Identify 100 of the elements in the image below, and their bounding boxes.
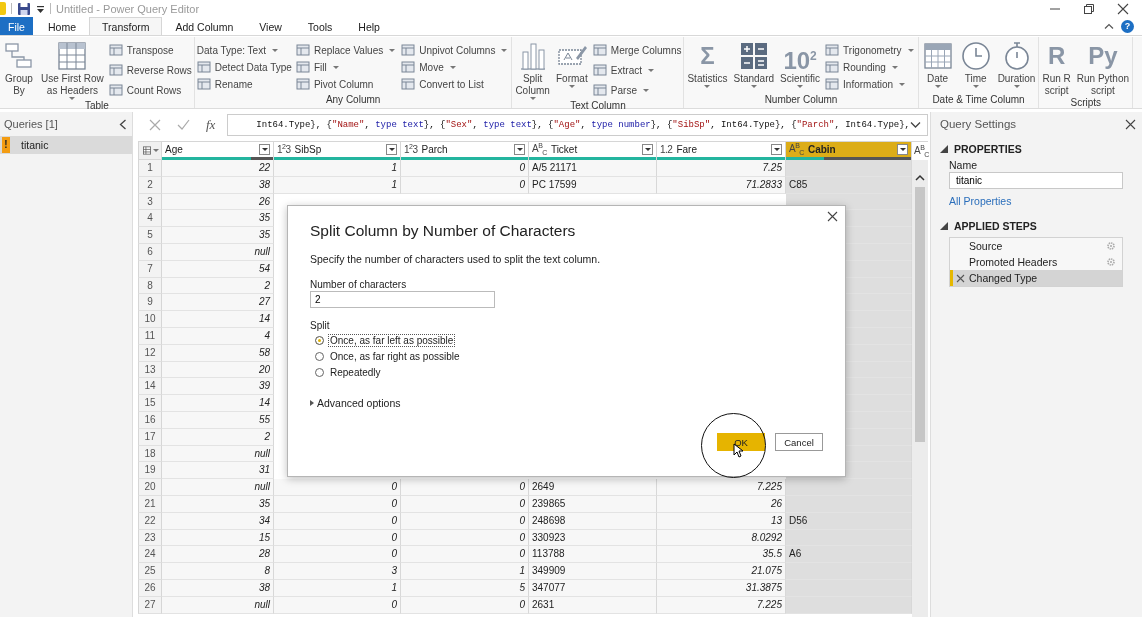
- ribbon-button[interactable]: Replace Values: [295, 42, 398, 58]
- name-field[interactable]: titanic: [949, 172, 1123, 189]
- close-icon: [1125, 118, 1136, 130]
- function-button[interactable]: fx: [205, 117, 216, 133]
- help-button[interactable]: ?: [1121, 19, 1134, 33]
- restore-icon: [1083, 2, 1095, 15]
- option-label[interactable]: Once, as far left as possible: [328, 333, 456, 347]
- filter-button[interactable]: [386, 144, 397, 155]
- row-number: 19: [138, 462, 162, 480]
- column-header[interactable]: 1.2 Fare: [657, 141, 786, 160]
- ribbon-button[interactable]: Count Rows: [108, 82, 192, 98]
- ribbon-group-label: Table: [83, 100, 110, 112]
- applied-step[interactable]: Changed Type: [950, 270, 1122, 286]
- advanced-options-toggle[interactable]: Advanced options: [317, 397, 401, 409]
- option-label[interactable]: Once, as far right as possible: [328, 349, 462, 363]
- formula-text: Int64.Type}, {"Name", type text}, {"Sex", type text}, {"Age", type number}, {"SibSp", Int64.Type}, {"Parch", Int64.Type},: [256, 120, 910, 130]
- ribbon-button[interactable]: Time: [958, 39, 993, 94]
- ribbon-button[interactable]: Move: [401, 59, 510, 75]
- filter-button[interactable]: [771, 144, 782, 155]
- ribbon-button[interactable]: Rounding: [825, 59, 916, 75]
- ribbon-button[interactable]: Extract: [592, 62, 682, 78]
- option-label[interactable]: Repeatedly: [328, 365, 383, 379]
- table-cell: A/5 21171: [529, 160, 657, 177]
- ribbon-button[interactable]: Unpivot Columns: [401, 42, 510, 58]
- characters-field[interactable]: 2: [310, 291, 495, 308]
- filter-button[interactable]: [897, 144, 908, 155]
- ribbon-button[interactable]: Trigonometry: [825, 42, 916, 58]
- table-cell: 7.225: [657, 479, 786, 496]
- expand-triangle-icon[interactable]: [940, 222, 948, 230]
- cancel-button[interactable]: Cancel: [775, 433, 823, 451]
- expand-triangle-icon[interactable]: [940, 145, 948, 153]
- type-icon: 1.2: [660, 144, 673, 155]
- applied-step[interactable]: Promoted Headers: [950, 254, 1122, 270]
- radio-button[interactable]: [315, 351, 324, 361]
- ribbon-button[interactable]: Parse: [592, 82, 682, 98]
- ribbon-button[interactable]: Detect Data Type: [196, 59, 292, 75]
- ok-button[interactable]: OK: [717, 433, 765, 451]
- column-header[interactable]: A$^{B}$$_{C}$ Cabin: [786, 141, 912, 160]
- radio-button[interactable]: [315, 335, 324, 345]
- table-cell: 35: [162, 210, 274, 228]
- ribbon-tab[interactable]: Transform: [89, 17, 163, 35]
- ribbon-button[interactable]: Convert to List: [401, 76, 510, 92]
- table-cell: 0: [274, 479, 401, 496]
- ribbon-button[interactable]: Merge Columns: [592, 42, 682, 58]
- field-label: Name: [949, 159, 978, 171]
- all-properties-link[interactable]: All Properties: [949, 195, 1123, 207]
- ribbon-group-label: Scripts: [1069, 97, 1103, 109]
- row-number: 25: [138, 563, 162, 580]
- ribbon-button[interactable]: Use First Row as Headers: [40, 39, 105, 100]
- formula-field[interactable]: Int64.Type}, {"Name", type text}, {"Sex", type text}, {"Age", type number}, {"SibSp", Int64.Type}, {"Parch", Int64.Type},: [227, 114, 928, 136]
- caret-icon: [644, 148, 651, 151]
- delete-icon: [956, 273, 965, 283]
- table-cell: 21.075: [657, 563, 786, 580]
- table-cell: 35.5: [657, 546, 786, 564]
- table-cell: 28: [162, 546, 274, 564]
- radio-button[interactable]: [315, 367, 324, 377]
- ribbon-button[interactable]: Format: [554, 39, 589, 100]
- ribbon-tab[interactable]: File: [0, 17, 33, 35]
- applied-step[interactable]: Source: [950, 238, 1122, 254]
- ribbon-group-label: Date & Time Column: [931, 94, 1026, 107]
- filter-button[interactable]: [642, 144, 653, 155]
- ribbon-tab[interactable]: Home: [35, 17, 89, 35]
- column-header[interactable]: 1$^{2}$3 SibSp: [274, 141, 401, 160]
- table-cell: 27: [162, 294, 274, 312]
- column-header[interactable]: A$^{B}$$_{C}$ Ticket: [529, 141, 657, 160]
- ribbon-tab[interactable]: View: [246, 17, 295, 35]
- ribbon-button[interactable]: Fill: [295, 59, 398, 75]
- table-cell: 0: [274, 546, 401, 564]
- scroll-thumb[interactable]: [915, 187, 925, 442]
- table-icon: [56, 40, 89, 72]
- row-number: 1: [138, 160, 162, 177]
- query-item[interactable]: ! titanic: [0, 136, 132, 154]
- column-header[interactable]: 1$^{2}$3 Parch: [401, 141, 529, 160]
- filter-button[interactable]: [514, 144, 525, 155]
- ribbon-button[interactable]: Σ Statistics: [686, 39, 729, 94]
- ribbon-button[interactable]: Data Type: Text: [196, 42, 292, 58]
- ribbon-tab[interactable]: Tools: [294, 17, 346, 35]
- expand-triangle-icon[interactable]: [310, 400, 314, 406]
- ribbon-button[interactable]: Transpose: [108, 42, 192, 58]
- filter-button[interactable]: [259, 144, 270, 155]
- ribbon-button[interactable]: Py Run Python script: [1075, 39, 1131, 97]
- ribbon-button[interactable]: Date: [920, 39, 955, 94]
- ribbon-tab[interactable]: Help: [345, 17, 393, 35]
- scroll-bar[interactable]: [912, 160, 928, 617]
- ribbon-button[interactable]: Split Column: [514, 39, 551, 100]
- table-menu-button[interactable]: [138, 141, 162, 160]
- ribbon-button[interactable]: Standard: [732, 39, 776, 94]
- ribbon-tab[interactable]: Add Column: [162, 17, 247, 35]
- ribbon-button[interactable]: Pivot Column: [295, 76, 398, 92]
- ribbon-button[interactable]: Group By: [2, 39, 36, 100]
- table-cell: 0: [401, 479, 529, 496]
- column-header[interactable]: Age: [162, 141, 274, 160]
- ribbon-button[interactable]: R Run R script: [1041, 39, 1072, 97]
- ribbon-button[interactable]: Duration: [996, 39, 1037, 94]
- ribbon-button[interactable]: 10$^{2}$ Scientific: [779, 39, 822, 94]
- table-cell: 0: [401, 160, 529, 177]
- ribbon-button[interactable]: Reverse Rows: [108, 62, 192, 78]
- ribbon-button[interactable]: Information: [825, 76, 916, 92]
- close-icon: [1117, 2, 1129, 15]
- ribbon-button[interactable]: Rename: [196, 76, 292, 92]
